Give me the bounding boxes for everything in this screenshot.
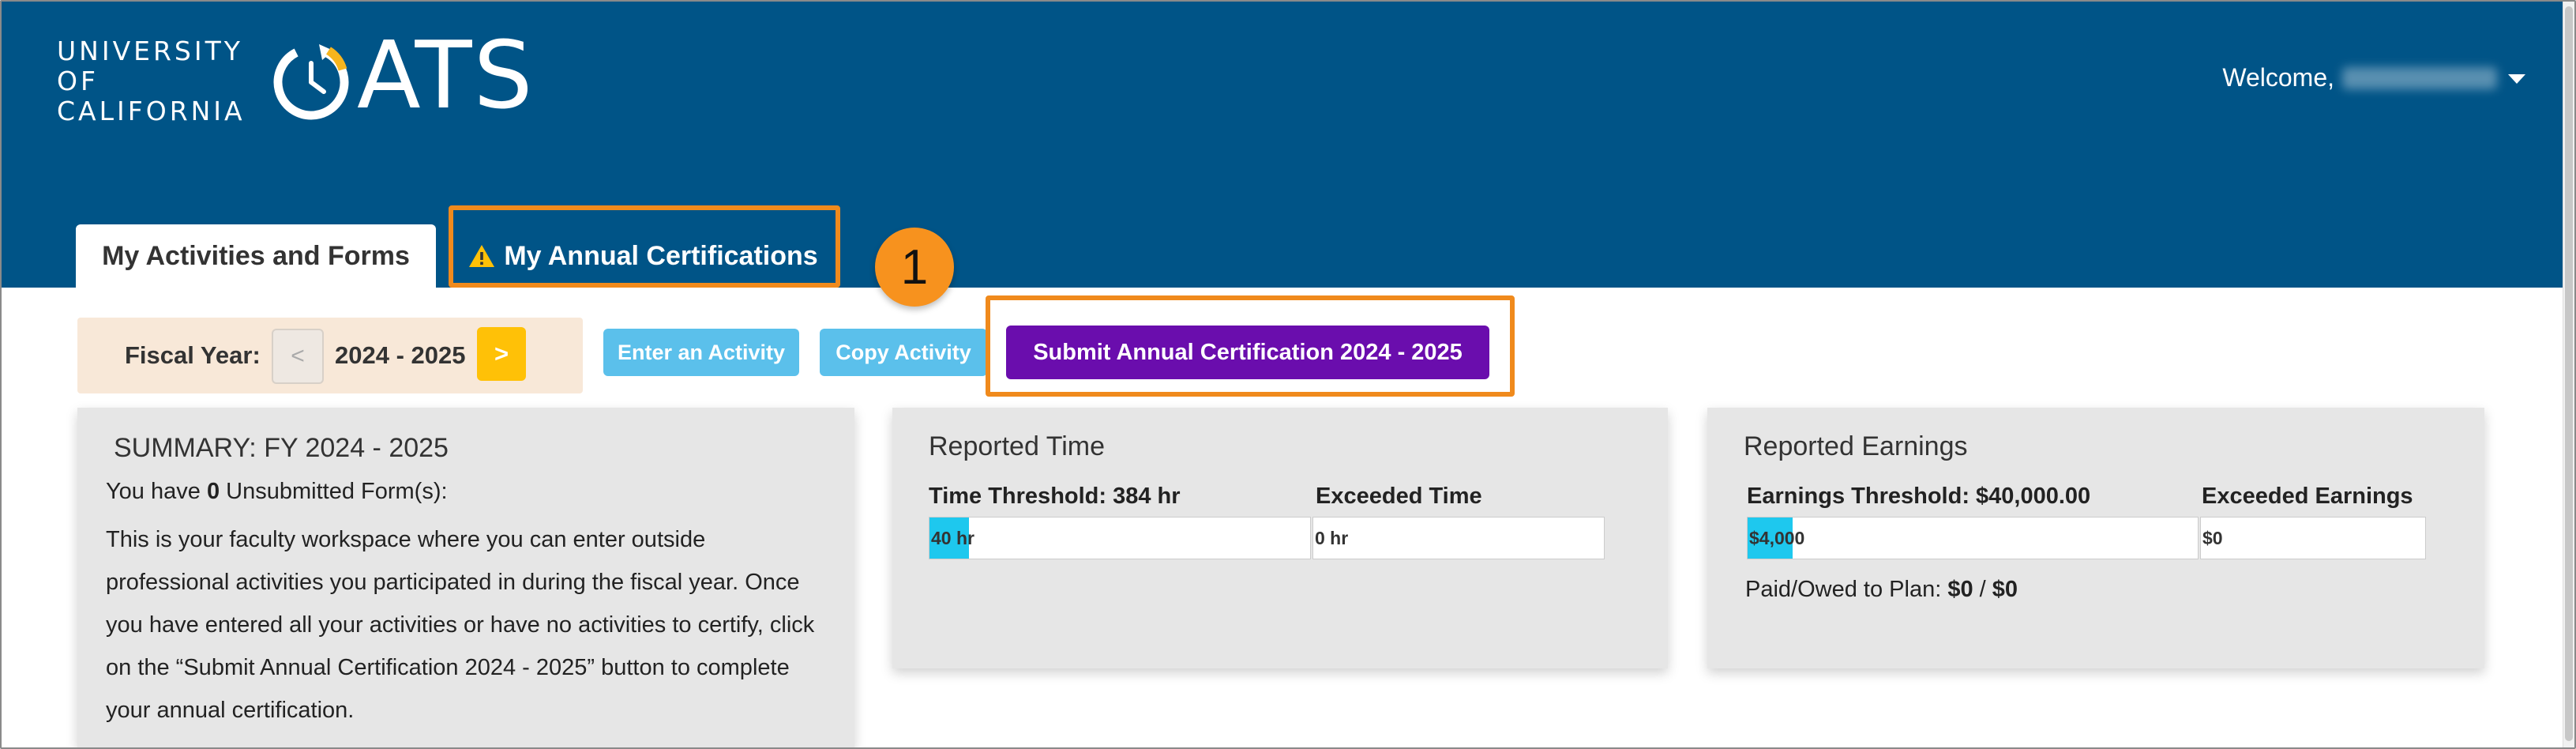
scrollbar-thumb[interactable]	[2565, 6, 2573, 741]
previous-year-button[interactable]: <	[272, 329, 324, 384]
tab-label: My Activities and Forms	[102, 240, 410, 271]
unsubmitted-count: 0	[206, 479, 220, 504]
highlight-box-submit	[986, 295, 1515, 397]
reported-time-title: Reported Time	[929, 431, 1105, 461]
unsubmitted-forms-line: You have 0 Unsubmitted Form(s):	[106, 479, 448, 505]
user-name-blurred	[2342, 66, 2497, 89]
exceeded-earnings-label: Exceeded Earnings	[2202, 484, 2413, 509]
exceeded-time-label: Exceeded Time	[1316, 484, 1482, 509]
fiscal-year-selector: Fiscal Year: < 2024 - 2025 >	[77, 318, 583, 393]
chevron-down-icon[interactable]	[2508, 74, 2525, 84]
copy-activity-button[interactable]: Copy Activity	[820, 329, 987, 376]
app-window: UNIVERSITY OF CALIFORNIA ATS Welcome, My…	[0, 0, 2576, 749]
owed-value: $0	[1992, 577, 2018, 602]
reported-time-card: Reported Time Time Threshold: 384 hr Exc…	[892, 408, 1668, 668]
logo-line-3: CALIFORNIA	[57, 96, 246, 126]
paid-owed-line: Paid/Owed to Plan: $0 / $0	[1745, 577, 2018, 603]
earnings-threshold-label: Earnings Threshold: $40,000.00	[1747, 484, 2091, 509]
step-badge: 1	[875, 228, 954, 307]
welcome-menu[interactable]: Welcome,	[2222, 63, 2497, 92]
paid-value: $0	[1947, 577, 1973, 602]
welcome-label: Welcome,	[2222, 63, 2334, 92]
summary-title: SUMMARY: FY 2024 - 2025	[114, 433, 449, 463]
top-header: UNIVERSITY OF CALIFORNIA ATS Welcome, My…	[2, 2, 2563, 288]
unsubmitted-suffix: Unsubmitted Form(s):	[226, 479, 448, 504]
paid-owed-label: Paid/Owed to Plan:	[1745, 577, 1942, 602]
vertical-scrollbar[interactable]	[2563, 2, 2574, 747]
next-year-button[interactable]: >	[477, 327, 526, 381]
fiscal-year-label: Fiscal Year:	[125, 341, 261, 369]
fiscal-year-value: 2024 - 2025	[335, 341, 466, 369]
exceeded-earnings-bar: $0	[2200, 517, 2426, 559]
exceeded-earnings-value: $0	[2202, 528, 2223, 548]
summary-card: SUMMARY: FY 2024 - 2025 You have 0 Unsub…	[77, 408, 854, 747]
reported-earnings-title: Reported Earnings	[1744, 431, 1968, 461]
time-threshold-value: 40 hr	[931, 528, 974, 548]
enter-activity-button[interactable]: Enter an Activity	[603, 329, 799, 376]
time-threshold-bar: 40 hr	[929, 517, 1311, 559]
highlight-box-tab	[449, 205, 840, 288]
unsubmitted-prefix: You have	[106, 479, 201, 504]
reported-earnings-card: Reported Earnings Earnings Threshold: $4…	[1707, 408, 2484, 668]
earnings-threshold-value: $4,000	[1749, 528, 1805, 548]
logo-line-1: UNIVERSITY	[57, 36, 243, 66]
paid-owed-separator: /	[1979, 577, 1986, 602]
earnings-threshold-bar: $4,000	[1747, 517, 2199, 559]
university-logo: UNIVERSITY OF CALIFORNIA	[57, 36, 246, 126]
app-name: ATS	[357, 21, 535, 130]
time-threshold-label: Time Threshold: 384 hr	[929, 484, 1181, 509]
tab-my-activities[interactable]: My Activities and Forms	[76, 224, 436, 288]
exceeded-time-bar: 0 hr	[1312, 517, 1605, 559]
summary-description: This is your faculty workspace where you…	[106, 527, 815, 723]
logo-line-2: OF	[57, 66, 99, 96]
exceeded-time-value: 0 hr	[1315, 528, 1349, 548]
